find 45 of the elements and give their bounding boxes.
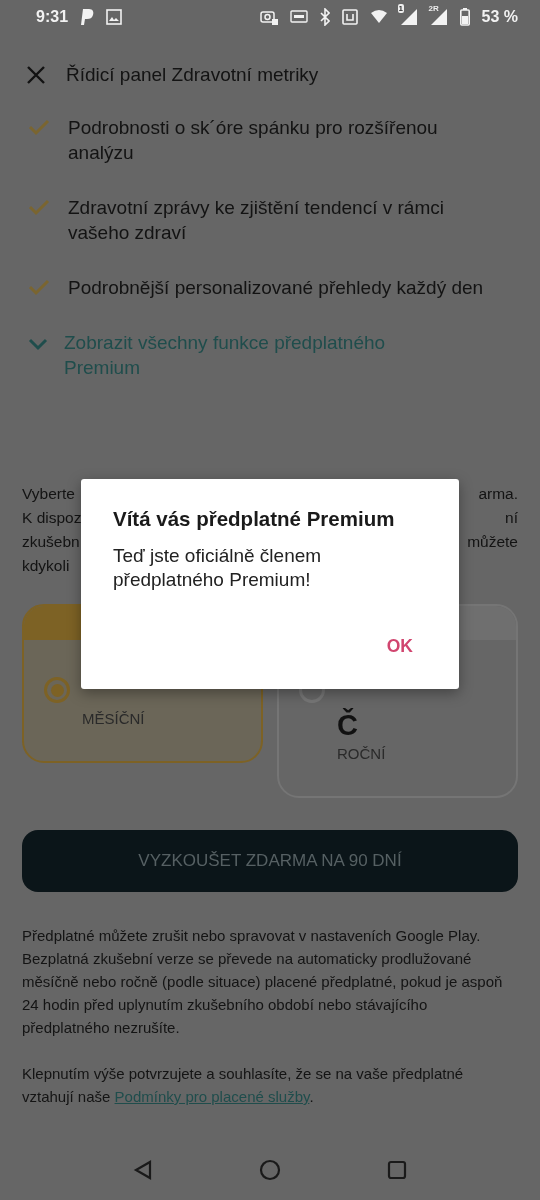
check-icon [28, 278, 50, 296]
refresh-rate-icon [289, 9, 308, 25]
feature-text: Zdravotní zprávy ke zjištění tendencí v rámci vašeho zdraví [68, 196, 445, 245]
nfc-icon [341, 9, 358, 25]
legal-text: Klepnutím výše potvrzujete a souhlasíte, že se na vaše předplatné vztahují naše Podmínky pro placené služby. [22, 1064, 465, 1107]
feature-text: Podrobnosti o sk´óre spánku pro rozšířenou analýzu [68, 116, 439, 165]
check-icon [28, 118, 50, 136]
intro-text: Vyberte [22, 484, 75, 504]
check-icon [28, 198, 50, 216]
camera-lock-icon [259, 9, 278, 25]
intro-text: K dispoz [22, 508, 82, 528]
intro-text: ní [505, 508, 518, 528]
trial-button[interactable]: VYZKOUŠET ZDARMA NA 90 DNÍ [22, 830, 518, 892]
sim-label: 2R [427, 4, 440, 13]
battery-level: 53 % [481, 8, 518, 26]
plan-period: MĚSÍČNÍ [82, 710, 145, 727]
back-icon[interactable] [133, 1160, 153, 1180]
payment-app-icon [80, 8, 95, 26]
signal-icon [399, 8, 418, 26]
intro-text: kdykoli [22, 556, 70, 576]
radio-button[interactable] [44, 677, 70, 703]
bluetooth-icon [319, 8, 330, 26]
plan-period: ROČNÍ [337, 745, 387, 762]
image-icon [106, 9, 123, 25]
dialog-message: Teď jste oficiálně členem předplatného Premium! [113, 544, 323, 592]
intro-text: arma. [478, 484, 518, 504]
wifi-icon [369, 9, 388, 25]
signal-icon [429, 8, 448, 26]
ok-button[interactable]: OK [384, 634, 415, 659]
recents-icon[interactable] [387, 1160, 407, 1180]
legal-text: Předplatné můžete zrušit nebo spravovat v nastaveních Google Play. Bezplatná zkušební verze se převede na automaticky prodlužované měsíčně nebo ročně (podle situace) placené předplatné, pokud je aspoň 24 hodin před uplynutím zkušebního období nebo stávajícího předplatného nezrušíte. [22, 926, 504, 1038]
sim-label: 1 [397, 4, 404, 13]
terms-link[interactable]: Podmínky pro placené služby [114, 1088, 310, 1105]
show-all-link[interactable]: Zobrazit všechny funkce předplatného Premium [64, 330, 458, 380]
intro-text: zkušebn [22, 532, 80, 552]
screen-title: Řídicí panel Zdravotní metriky [66, 64, 319, 86]
plan-price: Č [337, 708, 359, 743]
chevron-icon[interactable] [28, 337, 48, 351]
battery-icon [459, 8, 470, 26]
dialog-title: Vítá vás předplatné Premium [113, 507, 396, 531]
close-icon[interactable] [26, 65, 46, 85]
status-time: 9:31 [36, 8, 69, 26]
home-icon[interactable] [259, 1159, 281, 1181]
intro-text: můžete [467, 532, 518, 552]
feature-text: Podrobnější personalizované přehledy každý den [68, 276, 484, 300]
